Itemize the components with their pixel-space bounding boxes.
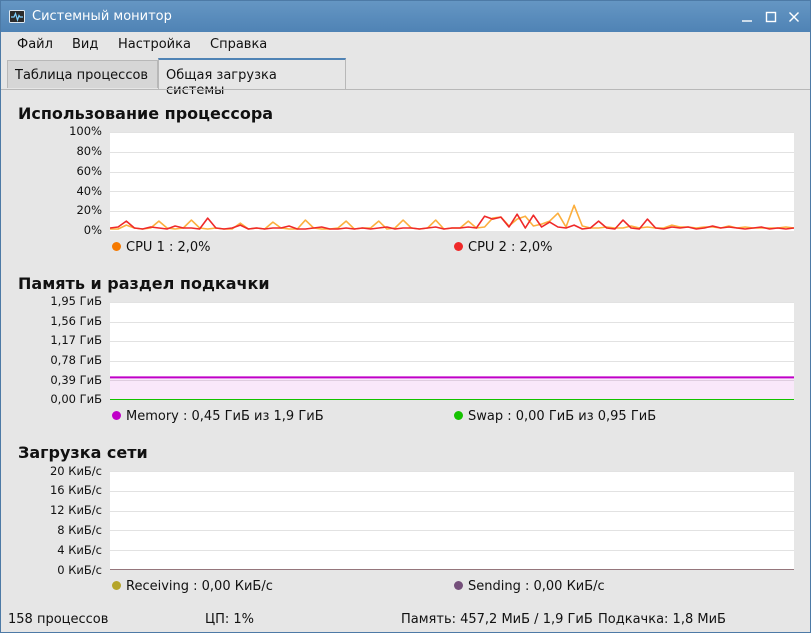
cpu-usage-chart: [110, 132, 794, 231]
menu-file[interactable]: Файл: [17, 37, 53, 52]
tab-divider: [1, 89, 810, 90]
title-bar[interactable]: Системный монитор: [1, 1, 810, 32]
tab-bar: Таблица процессов Общая загрузка системы: [1, 58, 810, 98]
sending-legend-label: Sending : 0,00 КиБ/с: [468, 579, 605, 594]
cpu-y-tick: 20%: [76, 203, 102, 217]
cpu1-legend: CPU 1 : 2,0%: [112, 240, 211, 255]
window-title: Системный монитор: [32, 9, 172, 24]
cpu2-color-dot[interactable]: [454, 242, 463, 251]
network-load-chart: [110, 471, 794, 570]
cpu-section-title: Использование процессора: [18, 104, 274, 123]
status-memory: Память: 457,2 МиБ / 1,9 ГиБ: [401, 612, 593, 627]
close-icon[interactable]: [785, 8, 803, 26]
memory-y-tick: 1,95 ГиБ: [50, 294, 102, 308]
menu-bar: Файл Вид Настройка Справка: [1, 32, 810, 56]
swap-legend-label: Swap : 0,00 ГиБ из 0,95 ГиБ: [468, 409, 657, 424]
cpu1-legend-label: CPU 1 : 2,0%: [126, 240, 211, 255]
cpu-y-tick: 40%: [76, 184, 102, 198]
memory-legend: Memory : 0,45 ГиБ из 1,9 ГиБ: [112, 409, 324, 424]
memory-y-tick: 0,00 ГиБ: [50, 392, 102, 406]
maximize-icon[interactable]: [762, 8, 780, 26]
memory-swap-chart: [110, 302, 794, 400]
menu-help[interactable]: Справка: [210, 37, 267, 52]
network-y-tick: 16 КиБ/с: [49, 483, 102, 497]
sending-legend: Sending : 0,00 КиБ/с: [454, 579, 605, 594]
sending-color-dot[interactable]: [454, 581, 463, 590]
memory-y-tick: 0,39 ГиБ: [50, 373, 102, 387]
menu-settings[interactable]: Настройка: [118, 37, 191, 52]
receiving-legend-label: Receiving : 0,00 КиБ/с: [126, 579, 273, 594]
tab-system-load[interactable]: Общая загрузка системы: [158, 58, 346, 98]
tab-process-table[interactable]: Таблица процессов: [7, 60, 158, 88]
cpu-cpu-1-line: [110, 204, 794, 230]
status-swap: Подкачка: 1,8 МиБ: [598, 612, 726, 627]
memory-color-dot[interactable]: [112, 411, 121, 420]
cpu1-color-dot[interactable]: [112, 242, 121, 251]
status-process-count: 158 процессов: [8, 612, 109, 627]
swap-color-dot[interactable]: [454, 411, 463, 420]
memory-y-tick: 1,17 ГиБ: [50, 333, 102, 347]
network-y-tick: 12 КиБ/с: [49, 503, 102, 517]
memory-y-tick: 1,56 ГиБ: [50, 314, 102, 328]
status-cpu: ЦП: 1%: [205, 612, 255, 627]
network-y-tick: 4 КиБ/с: [57, 543, 102, 557]
cpu-chart-svg: [110, 132, 794, 230]
cpu-y-tick: 60%: [76, 164, 102, 178]
status-bar: 158 процессов ЦП: 1% Память: 457,2 МиБ /…: [1, 609, 810, 631]
network-chart-svg: [110, 471, 794, 570]
menu-view[interactable]: Вид: [72, 37, 98, 52]
network-y-tick: 8 КиБ/с: [57, 523, 102, 537]
receiving-color-dot[interactable]: [112, 581, 121, 590]
minimize-icon[interactable]: [738, 8, 756, 26]
memory-section-title: Память и раздел подкачки: [18, 274, 270, 293]
swap-legend: Swap : 0,00 ГиБ из 0,95 ГиБ: [454, 409, 656, 424]
cpu-y-tick: 80%: [76, 144, 102, 158]
receiving-legend: Receiving : 0,00 КиБ/с: [112, 579, 273, 594]
network-section-title: Загрузка сети: [18, 443, 148, 462]
memory-y-tick: 0,78 ГиБ: [50, 353, 102, 367]
network-y-tick: 20 КиБ/с: [49, 464, 102, 478]
system-monitor-window: Системный монитор Файл Вид Настройка Спр…: [0, 0, 811, 633]
system-monitor-icon: [9, 10, 25, 23]
network-y-tick: 0 КиБ/с: [57, 563, 102, 577]
cpu2-legend-label: CPU 2 : 2,0%: [468, 240, 553, 255]
cpu-y-tick: 100%: [69, 124, 102, 138]
cpu-y-tick: 0%: [83, 223, 102, 237]
memory-legend-label: Memory : 0,45 ГиБ из 1,9 ГиБ: [126, 409, 324, 424]
memory-memory-area: [110, 377, 794, 400]
memory-chart-svg: [110, 302, 794, 400]
cpu2-legend: CPU 2 : 2,0%: [454, 240, 553, 255]
